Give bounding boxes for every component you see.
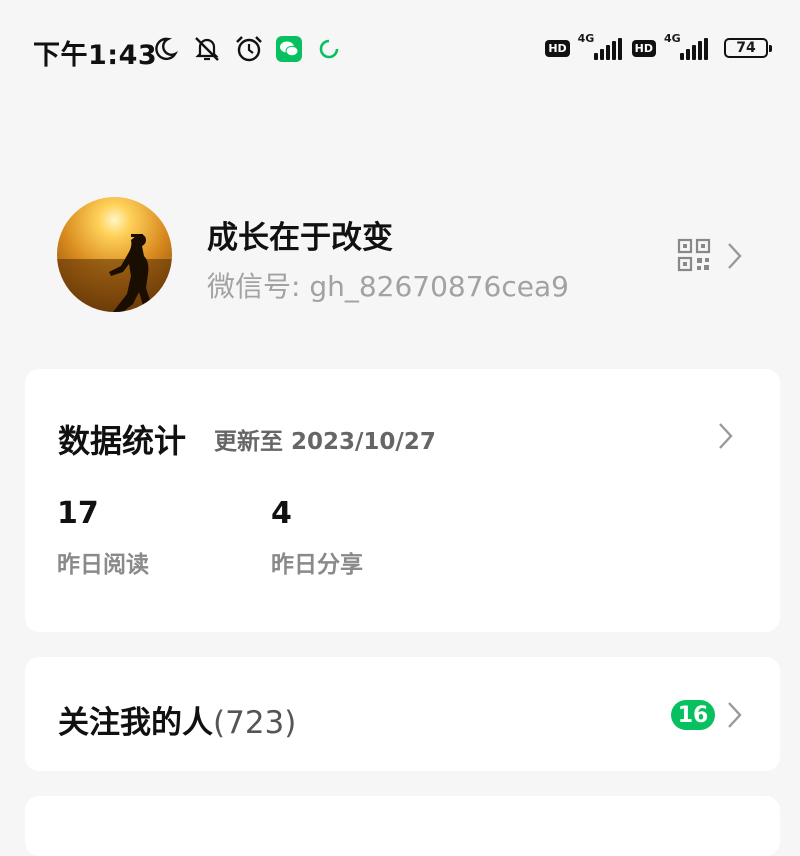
new-followers-badge: 16 xyxy=(671,700,715,730)
next-card[interactable] xyxy=(25,796,780,856)
status-time: 下午1:43 xyxy=(33,40,158,71)
alarm-icon xyxy=(234,34,264,64)
chevron-right-icon[interactable] xyxy=(716,421,736,451)
wechat-icon xyxy=(276,36,302,62)
qr-code-icon[interactable] xyxy=(677,238,711,272)
avatar[interactable] xyxy=(57,197,172,312)
signal-icon: 4G xyxy=(664,32,710,60)
chevron-right-icon[interactable] xyxy=(725,700,745,730)
chevron-right-icon[interactable] xyxy=(725,241,745,271)
battery-icon: 74 xyxy=(724,38,772,58)
moon-icon xyxy=(150,34,180,64)
hd-badge: HD xyxy=(631,39,656,57)
stat-label-reads: 昨日阅读 xyxy=(57,552,149,578)
profile-name: 成长在于改变 xyxy=(207,220,393,256)
followers-label: 关注我的人 xyxy=(58,705,213,741)
hd-badge: HD xyxy=(545,39,570,57)
followers-row: 关注我的人(723) xyxy=(58,697,296,742)
sync-icon xyxy=(314,34,344,64)
status-bar: 下午1:43 HD 4G HD 4G 74 xyxy=(0,0,800,100)
stats-updated-date: 更新至 2023/10/27 xyxy=(214,429,436,455)
stat-value-shares: 4 xyxy=(271,496,292,531)
stat-label-shares: 昨日分享 xyxy=(271,552,363,578)
status-right: HD 4G HD 4G 74 xyxy=(545,32,772,60)
stat-value-reads: 17 xyxy=(57,496,99,531)
wechat-id: 微信号: gh_82670876cea9 xyxy=(207,270,569,303)
followers-card[interactable]: 关注我的人(723) 16 xyxy=(25,657,780,771)
stats-card[interactable]: 数据统计 更新至 2023/10/27 17 昨日阅读 4 昨日分享 xyxy=(25,369,780,632)
followers-count: (723) xyxy=(213,705,297,741)
signal-icon: 4G xyxy=(578,32,624,60)
status-icons xyxy=(150,34,344,64)
stats-title: 数据统计 xyxy=(58,422,187,460)
mute-icon xyxy=(192,34,222,64)
